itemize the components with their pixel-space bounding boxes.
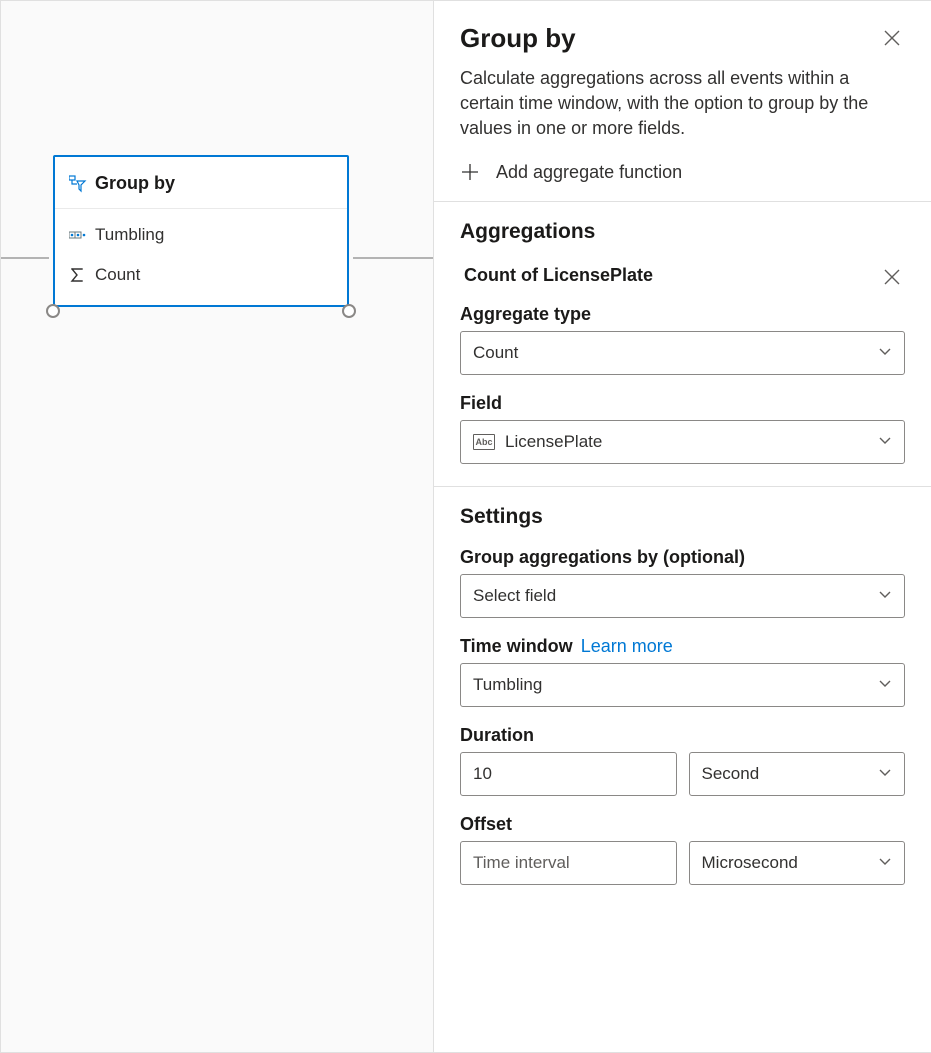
- chevron-down-icon: [878, 586, 892, 606]
- node-rows: Tumbling Count: [55, 209, 347, 305]
- plus-icon: [460, 162, 480, 182]
- time-window-label-text: Time window: [460, 636, 573, 657]
- aggregate-type-select[interactable]: Count: [460, 331, 905, 375]
- chevron-down-icon: [878, 343, 892, 363]
- sigma-icon: [69, 267, 95, 283]
- offset-unit-select[interactable]: Microsecond: [689, 841, 906, 885]
- chevron-down-icon: [878, 432, 892, 452]
- aggregation-name: Count of LicensePlate: [460, 265, 653, 286]
- add-aggregate-label: Add aggregate function: [496, 162, 682, 183]
- aggregations-heading: Aggregations: [460, 220, 905, 244]
- offset-input-field[interactable]: [473, 853, 664, 873]
- groupby-field-select[interactable]: Select field: [460, 574, 905, 618]
- time-window-block: Time window Learn more Tumbling: [460, 636, 905, 707]
- add-aggregate-button[interactable]: Add aggregate function: [434, 142, 931, 201]
- aggregation-item-header: Count of LicensePlate: [460, 262, 905, 290]
- settings-heading: Settings: [460, 505, 905, 529]
- panel-header: Group by: [434, 1, 931, 54]
- panel-description: Calculate aggregations across all events…: [434, 54, 931, 142]
- remove-aggregation-button[interactable]: [879, 264, 905, 290]
- time-window-label: Time window Learn more: [460, 636, 905, 657]
- time-window-select[interactable]: Tumbling: [460, 663, 905, 707]
- edge-out: [353, 257, 433, 259]
- output-port[interactable]: [342, 304, 356, 318]
- node-row-tumbling[interactable]: Tumbling: [55, 215, 347, 255]
- node-row-count[interactable]: Count: [55, 255, 347, 295]
- offset-label: Offset: [460, 814, 905, 835]
- groupby-field-label: Group aggregations by (optional): [460, 547, 905, 568]
- offset-input[interactable]: [460, 841, 677, 885]
- offset-block: Offset Microsecond: [460, 814, 905, 885]
- chevron-down-icon: [878, 675, 892, 695]
- groupby-icon: [69, 175, 95, 193]
- panel-close-button[interactable]: [879, 25, 905, 51]
- field-label: Field: [460, 393, 905, 414]
- groupby-node[interactable]: Group by Tumbling: [53, 155, 349, 307]
- input-port[interactable]: [46, 304, 60, 318]
- node-row-label: Tumbling: [95, 225, 164, 245]
- field-block: Field Abc LicensePlate: [460, 393, 905, 464]
- time-window-value: Tumbling: [473, 675, 542, 695]
- node-title: Group by: [95, 173, 175, 194]
- duration-block: Duration Second: [460, 725, 905, 796]
- aggregate-type-label: Aggregate type: [460, 304, 905, 325]
- duration-input-field[interactable]: [473, 764, 664, 784]
- settings-section: Settings Group aggregations by (optional…: [434, 487, 931, 907]
- groupby-field-value: Select field: [473, 586, 556, 606]
- properties-panel: Group by Calculate aggregations across a…: [433, 1, 931, 1052]
- panel-title: Group by: [460, 23, 576, 54]
- learn-more-link[interactable]: Learn more: [581, 636, 673, 657]
- aggregations-section: Aggregations Count of LicensePlate Aggre…: [434, 202, 931, 486]
- duration-label: Duration: [460, 725, 905, 746]
- chevron-down-icon: [878, 764, 892, 784]
- offset-unit-value: Microsecond: [702, 853, 798, 873]
- tumbling-window-icon: [69, 229, 95, 241]
- aggregate-type-value: Count: [473, 343, 518, 363]
- duration-unit-value: Second: [702, 764, 760, 784]
- node-header: Group by: [55, 157, 347, 209]
- duration-input[interactable]: [460, 752, 677, 796]
- close-icon: [883, 268, 901, 286]
- close-icon: [883, 29, 901, 47]
- canvas-pane: Group by Tumbling: [1, 1, 433, 1052]
- node-row-label: Count: [95, 265, 140, 285]
- aggregate-type-block: Aggregate type Count: [460, 304, 905, 375]
- field-select[interactable]: Abc LicensePlate: [460, 420, 905, 464]
- groupby-field-block: Group aggregations by (optional) Select …: [460, 547, 905, 618]
- field-value: LicensePlate: [505, 432, 602, 452]
- string-type-icon: Abc: [473, 434, 495, 450]
- duration-unit-select[interactable]: Second: [689, 752, 906, 796]
- edge-in: [1, 257, 49, 259]
- chevron-down-icon: [878, 853, 892, 873]
